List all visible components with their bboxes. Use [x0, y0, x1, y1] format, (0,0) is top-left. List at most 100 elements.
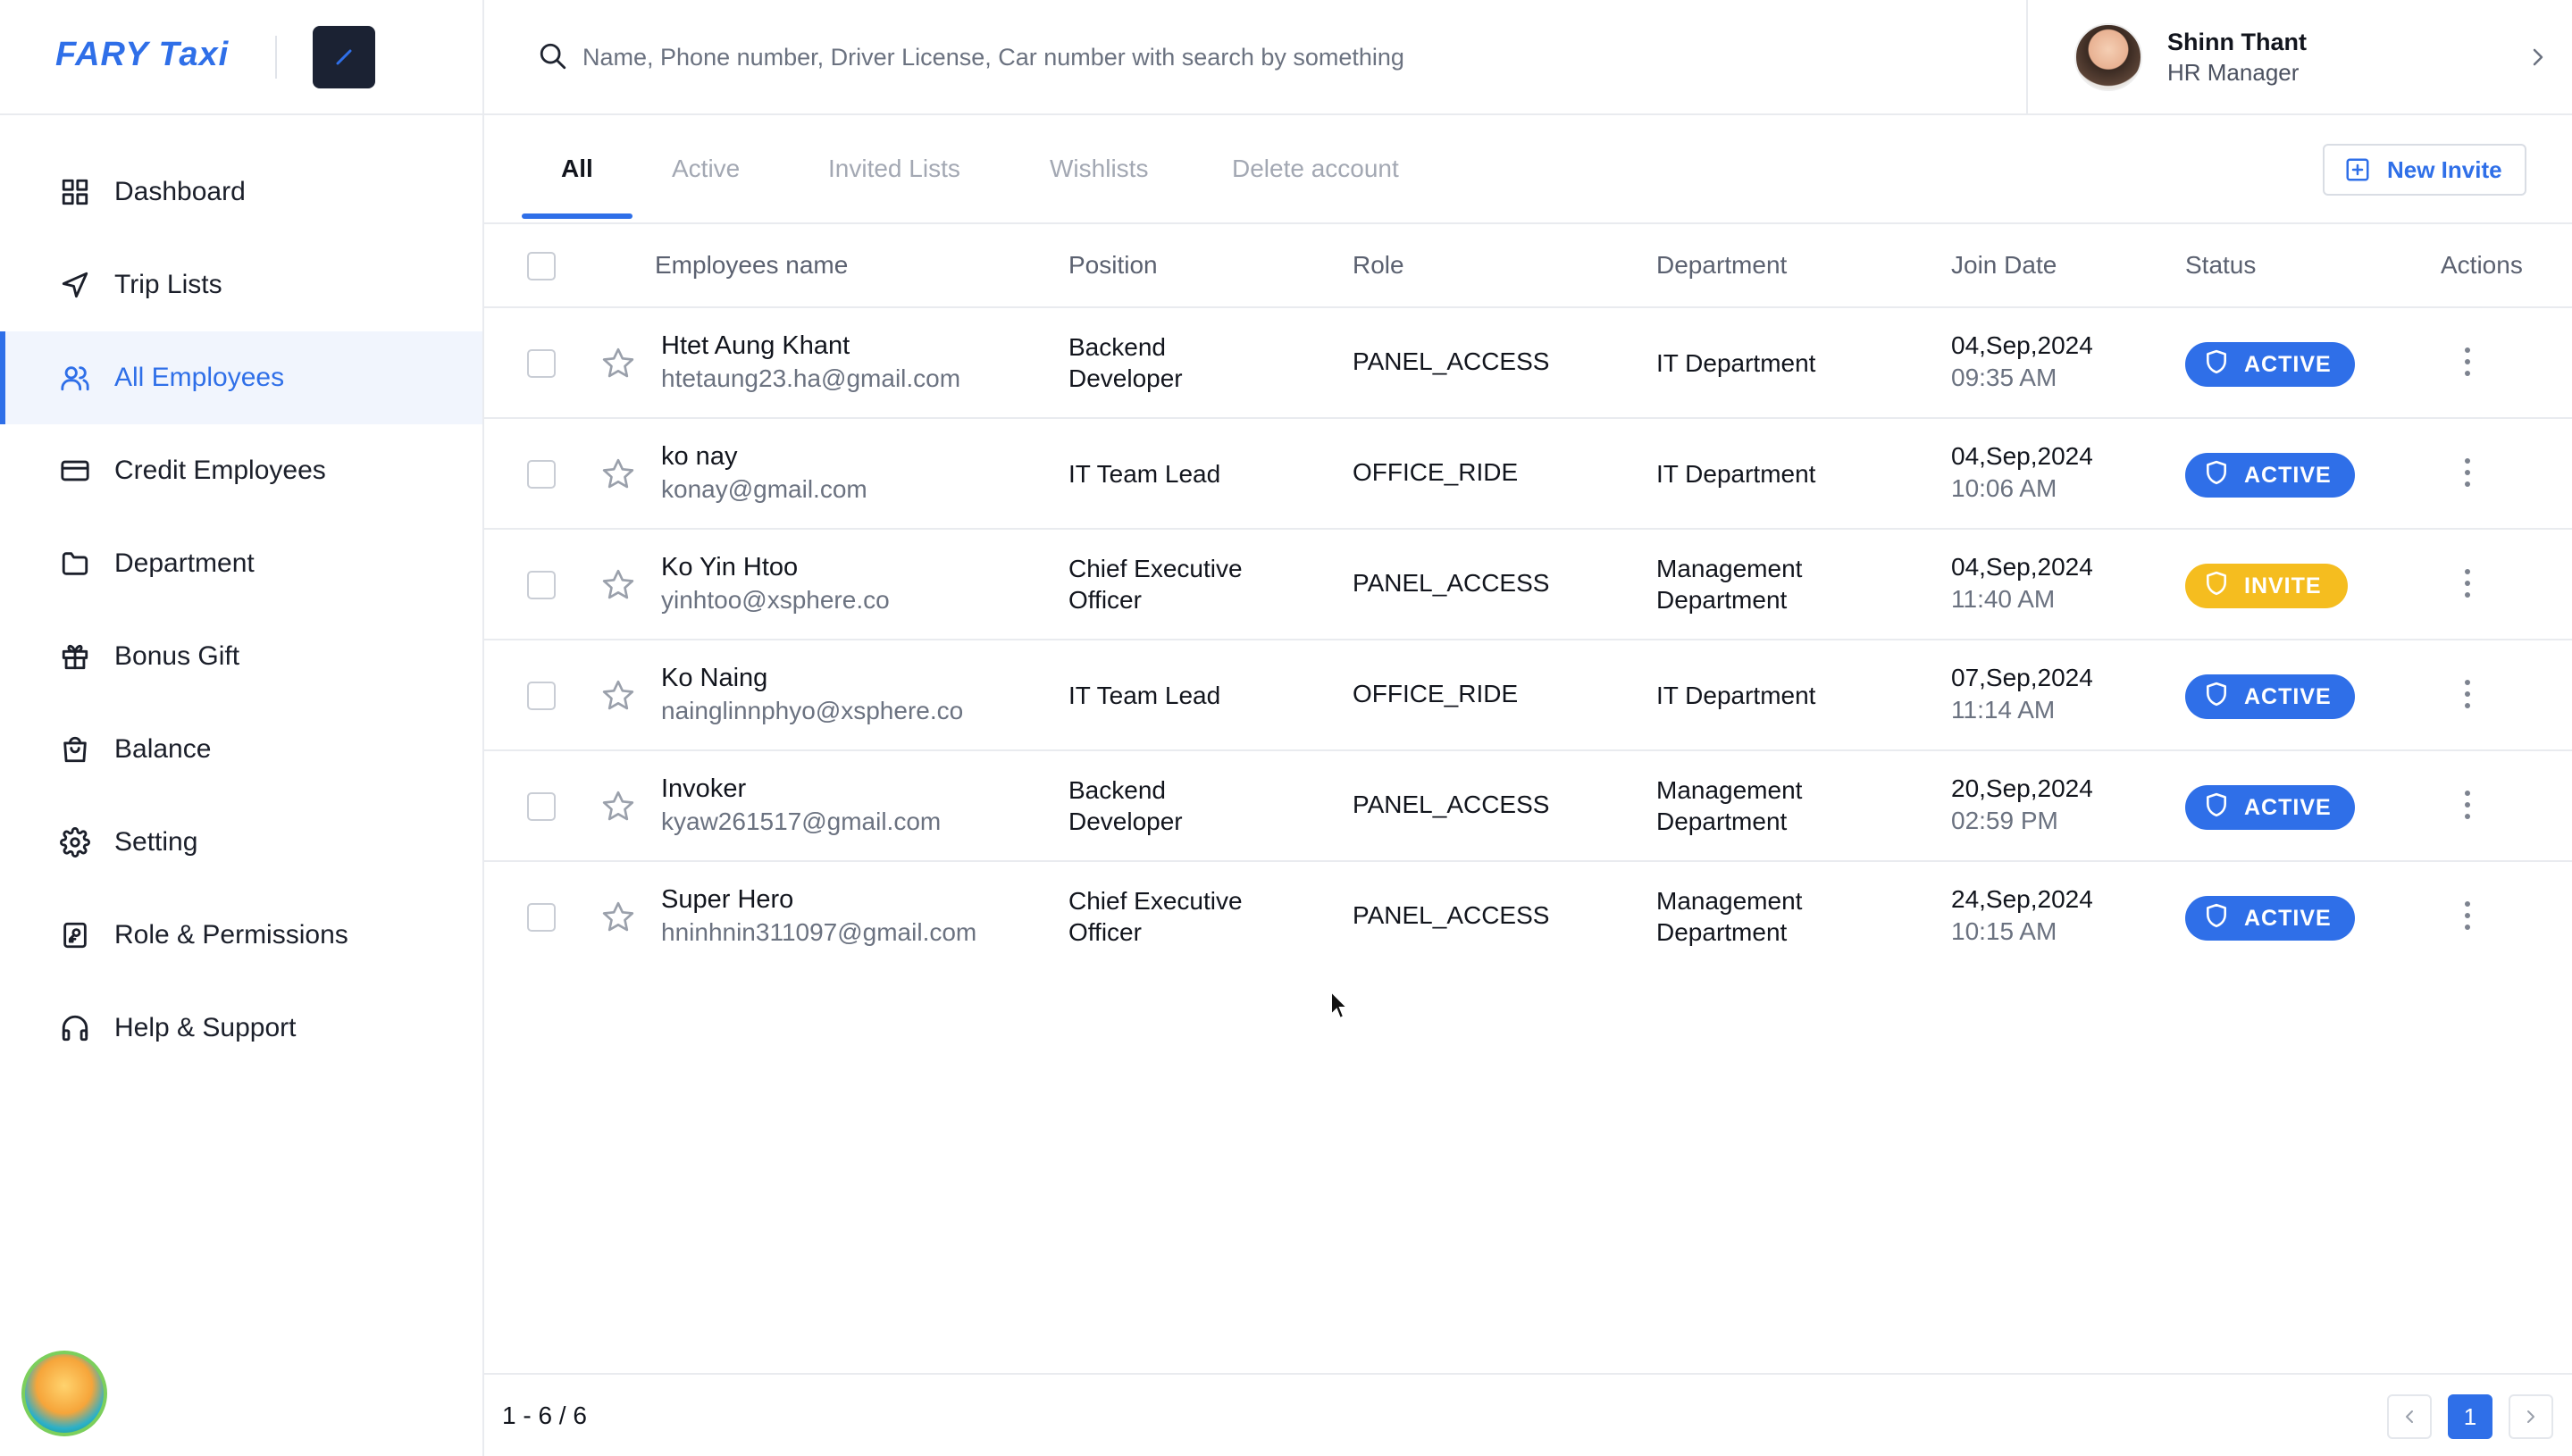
select-all-checkbox[interactable]	[527, 252, 556, 280]
sidebar-item-label: Trip Lists	[114, 270, 222, 299]
sidebar-item-label: Setting	[114, 827, 198, 857]
column-header-position[interactable]: Position	[1068, 251, 1158, 280]
table-row[interactable]: ko nay konay@gmail.com IT Team Lead OFFICE…	[484, 419, 2572, 530]
active-tab-indicator	[522, 213, 633, 219]
prev-page-button[interactable]	[2387, 1394, 2432, 1439]
credit-card-icon	[57, 453, 93, 489]
sidebar-toggle-button[interactable]	[313, 26, 375, 88]
join-time: 02:59 PM	[1951, 807, 2058, 834]
cell-line: Chief Executive	[1068, 887, 1243, 915]
beach-avatar-icon[interactable]	[21, 1351, 107, 1436]
row-checkbox[interactable]	[527, 903, 556, 932]
row-checkbox[interactable]	[527, 682, 556, 710]
sidebar-item-label: Balance	[114, 734, 212, 764]
sidebar-item-label: Bonus Gift	[114, 641, 240, 671]
sidebar-nav: Dashboard Trip Lists All Employees Credit E…	[0, 146, 482, 1075]
app-logo[interactable]: FARY Taxi	[55, 36, 229, 74]
table-row[interactable]: Ko Naing nainglinnphyo@xsphere.co IT Team…	[484, 640, 2572, 751]
employee-name[interactable]: ko nay	[661, 442, 867, 472]
tab-wishlists[interactable]: Wishlists	[1050, 155, 1148, 183]
gift-icon	[57, 639, 93, 674]
table-row[interactable]: Ko Yin Htoo yinhtoo@xsphere.co Chief Exec…	[484, 530, 2572, 640]
tab-active[interactable]: Active	[672, 155, 740, 183]
status-badge: ACTIVE	[2185, 896, 2355, 941]
employee-cell: ko nay konay@gmail.com	[661, 442, 867, 504]
sidebar-item-role-and-permissions[interactable]: Role & Permissions	[0, 889, 482, 982]
row-checkbox[interactable]	[527, 349, 556, 378]
join-time: 10:06 AM	[1951, 474, 2057, 502]
star-icon[interactable]	[600, 900, 636, 941]
star-icon[interactable]	[600, 456, 636, 498]
sidebar-item-dashboard[interactable]: Dashboard	[0, 146, 482, 238]
tab-delete-account[interactable]: Delete account	[1232, 155, 1399, 183]
employee-name[interactable]: Ko Naing	[661, 664, 963, 693]
status-badge: ACTIVE	[2185, 785, 2355, 830]
column-header-join-date[interactable]: Join Date	[1951, 251, 2057, 280]
user-profile-menu[interactable]: Shinn Thant HR Manager	[2026, 0, 2572, 115]
position-cell: IT Team Lead	[1068, 458, 1220, 490]
column-header-name[interactable]: Employees name	[655, 251, 848, 280]
employee-name[interactable]: Super Hero	[661, 885, 976, 915]
table-row[interactable]: Htet Aung Khant htetaung23.ha@gmail.com B…	[484, 308, 2572, 419]
more-actions-icon[interactable]	[2459, 347, 2476, 383]
folder-icon	[57, 546, 93, 582]
sidebar-item-setting[interactable]: Setting	[0, 796, 482, 889]
more-actions-icon[interactable]	[2459, 458, 2476, 494]
search-input[interactable]	[582, 36, 1923, 79]
column-header-department[interactable]: Department	[1656, 251, 1787, 280]
sidebar-item-department[interactable]: Department	[0, 517, 482, 610]
cell-line: Management	[1656, 555, 1803, 582]
role-cell: PANEL_ACCESS	[1353, 347, 1550, 375]
employee-name[interactable]: Htet Aung Khant	[661, 331, 960, 361]
table-row[interactable]: Super Hero hninhnin311097@gmail.com Chief…	[484, 862, 2572, 973]
employee-email: yinhtoo@xsphere.co	[661, 586, 890, 614]
shield-icon	[2205, 903, 2244, 934]
employees-table: Employees name Position Role Department …	[484, 224, 2572, 973]
tab-all[interactable]: All	[561, 155, 593, 183]
shopping-bag-icon	[57, 732, 93, 767]
row-checkbox[interactable]	[527, 460, 556, 489]
row-checkbox[interactable]	[527, 792, 556, 821]
sidebar-item-help-and-support[interactable]: Help & Support	[0, 982, 482, 1075]
join-date: 04,Sep,2024	[1951, 331, 2093, 359]
column-header-status[interactable]: Status	[2185, 251, 2256, 280]
more-actions-icon[interactable]	[2459, 791, 2476, 826]
sidebar: FARY Taxi Dashboard Trip Lists All Employe…	[0, 0, 484, 1456]
page-button-current[interactable]: 1	[2448, 1394, 2492, 1439]
new-invite-button[interactable]: New Invite	[2323, 144, 2526, 196]
shield-icon	[2205, 682, 2244, 713]
star-icon[interactable]	[600, 346, 636, 388]
department-cell: Management Department	[1656, 885, 1802, 948]
cell-line: IT Department	[1656, 460, 1816, 488]
cell-line: IT Department	[1656, 682, 1816, 709]
join-date-cell: 04,Sep,2024 10:06 AM	[1951, 442, 2093, 503]
user-role: HR Manager	[2167, 59, 2300, 86]
join-time: 11:14 AM	[1951, 696, 2056, 724]
department-cell: Management Department	[1656, 553, 1802, 615]
star-icon[interactable]	[600, 567, 636, 609]
sidebar-item-bonus-gift[interactable]: Bonus Gift	[0, 610, 482, 703]
table-header: Employees name Position Role Department …	[484, 224, 2572, 308]
employee-name[interactable]: Invoker	[661, 774, 941, 804]
table-row[interactable]: Invoker kyaw261517@gmail.com Backend Devel…	[484, 751, 2572, 862]
row-checkbox[interactable]	[527, 571, 556, 599]
sidebar-item-credit-employees[interactable]: Credit Employees	[0, 424, 482, 517]
cell-line: IT Team Lead	[1068, 460, 1221, 488]
employee-email: kyaw261517@gmail.com	[661, 807, 942, 835]
star-icon[interactable]	[600, 678, 636, 720]
sidebar-item-all-employees[interactable]: All Employees	[0, 331, 482, 424]
more-actions-icon[interactable]	[2459, 569, 2476, 605]
employee-name[interactable]: Ko Yin Htoo	[661, 553, 890, 582]
sidebar-item-balance[interactable]: Balance	[0, 703, 482, 796]
tab-invited-lists[interactable]: Invited Lists	[828, 155, 960, 183]
permission-icon	[57, 917, 93, 953]
star-icon[interactable]	[600, 789, 636, 831]
sidebar-item-label: Department	[114, 548, 255, 578]
cell-line: Management	[1656, 776, 1803, 804]
next-page-button[interactable]	[2509, 1394, 2553, 1439]
column-header-role[interactable]: Role	[1353, 251, 1404, 280]
more-actions-icon[interactable]	[2459, 680, 2476, 715]
more-actions-icon[interactable]	[2459, 901, 2476, 937]
sidebar-item-trip-lists[interactable]: Trip Lists	[0, 238, 482, 331]
search-icon	[540, 43, 566, 70]
